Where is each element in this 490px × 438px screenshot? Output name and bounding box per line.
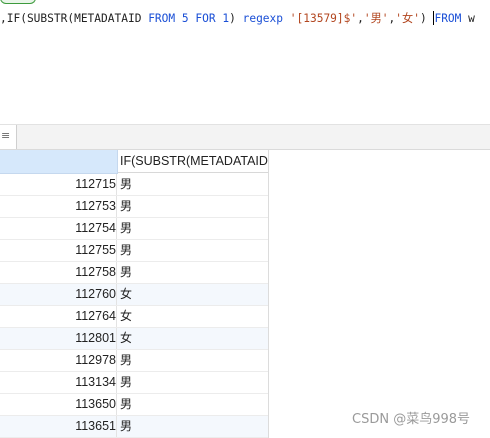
result-tab-bar: ≡ [0,124,490,150]
table-row[interactable]: 112978 男 [0,350,268,372]
table-row[interactable]: 112755 男 [0,240,268,262]
sql-token: FROM [434,12,462,25]
cell-metadata-id[interactable]: 112754 [0,218,117,239]
cell-gender[interactable]: 男 [120,416,132,437]
grid-icon: ≡ [1,129,11,142]
grid-body: 112715 男 112753 男 112754 男 112755 男 112758 男 11276… [0,174,268,438]
cell-gender[interactable]: 男 [120,372,132,393]
cell-metadata-id[interactable]: 112755 [0,240,117,261]
sql-token: w [461,12,475,25]
watermark: CSDN @菜鸟998号 [352,412,471,427]
sql-token: '男' [363,12,389,25]
sql-token: 5 [181,12,189,25]
table-row[interactable]: 112760 女 [0,284,268,306]
sql-code-line[interactable]: ,IF(SUBSTR(METADATAID FROM 5 FOR 1) rege… [0,10,475,26]
table-row[interactable]: 112801 女 [0,328,268,350]
cell-metadata-id[interactable]: 112978 [0,350,117,371]
column-header-id[interactable] [0,150,118,174]
grid-header: IF(SUBSTR(METADATAID [0,150,268,174]
cell-metadata-id[interactable]: 112758 [0,262,117,283]
cell-metadata-id[interactable]: 113651 [0,416,117,437]
cell-gender[interactable]: 男 [120,262,132,283]
cell-metadata-id[interactable]: 113134 [0,372,117,393]
cell-gender[interactable]: 男 [120,350,132,371]
table-row[interactable]: 112764 女 [0,306,268,328]
sql-token: '女' [395,12,420,25]
cell-gender[interactable]: 男 [120,240,132,261]
sql-token: , [357,12,364,25]
cell-metadata-id[interactable]: 112753 [0,196,117,217]
table-row[interactable]: 113134 男 [0,372,268,394]
sql-editor[interactable]: ,IF(SUBSTR(METADATAID FROM 5 FOR 1) rege… [0,0,490,118]
sql-token: regexp [242,12,284,25]
result-grid: IF(SUBSTR(METADATAID 112715 男 112753 男 11275… [0,150,269,438]
sql-token: ,IF(SUBSTR(METADATAID [0,12,149,25]
cell-gender[interactable]: 女 [120,328,132,349]
table-row[interactable]: 113651 男 [0,416,268,438]
sql-token: FROM [148,12,176,25]
result-tab[interactable]: ≡ [0,125,17,149]
cell-gender[interactable]: 男 [120,218,132,239]
cell-gender[interactable]: 男 [120,196,132,217]
cell-gender[interactable]: 男 [120,174,132,195]
cell-metadata-id[interactable]: 112760 [0,284,117,305]
cell-metadata-id[interactable]: 112801 [0,328,117,349]
sql-token: '[13579]$' [289,12,358,25]
column-header-if[interactable]: IF(SUBSTR(METADATAID [118,150,268,173]
sql-token: ) [419,12,434,25]
table-row[interactable]: 112753 男 [0,196,268,218]
run-indicator [0,0,36,4]
table-row[interactable]: 112758 男 [0,262,268,284]
cell-metadata-id[interactable]: 112764 [0,306,117,327]
cell-gender[interactable]: 女 [120,284,132,305]
table-row[interactable]: 112754 男 [0,218,268,240]
cell-gender[interactable]: 男 [120,394,132,415]
cell-metadata-id[interactable]: 112715 [0,174,117,195]
table-row[interactable]: 113650 男 [0,394,268,416]
sql-token: ) [229,12,243,25]
table-row[interactable]: 112715 男 [0,174,268,196]
cell-metadata-id[interactable]: 113650 [0,394,117,415]
sql-token: FOR [195,12,216,25]
cell-gender[interactable]: 女 [120,306,132,327]
